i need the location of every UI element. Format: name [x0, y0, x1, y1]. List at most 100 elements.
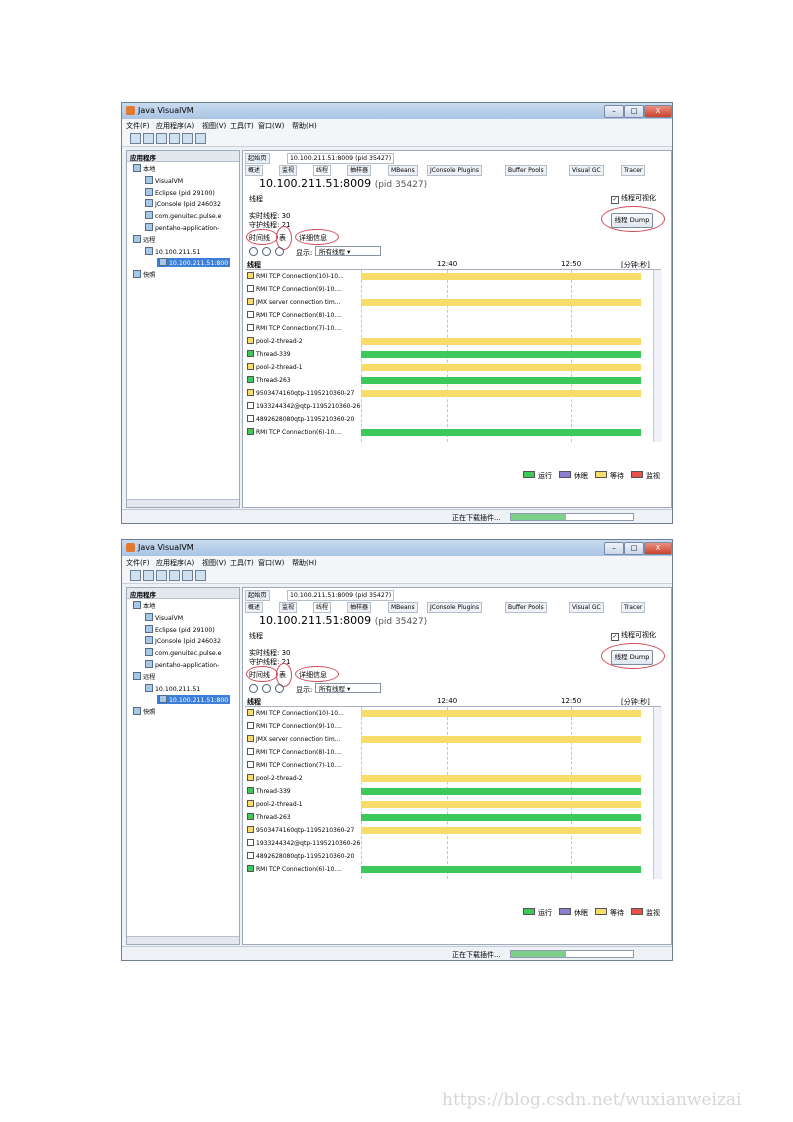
- tab-process[interactable]: 10.100.211.51:8009 (pid 35427): [287, 590, 395, 601]
- thread-row[interactable]: Thread-263: [245, 811, 653, 824]
- vertical-scrollbar[interactable]: [653, 270, 662, 442]
- thread-row[interactable]: pool-2-thread-1: [245, 798, 653, 811]
- sub-tab[interactable]: JConsole Plugins: [427, 602, 482, 613]
- tree-item[interactable]: 本地: [133, 601, 155, 610]
- thread-row[interactable]: RMI TCP Connection(10)-10...: [245, 270, 653, 283]
- thread-row[interactable]: JMX server connection tim...: [245, 296, 653, 309]
- heap-dump-icon[interactable]: [195, 570, 206, 581]
- sub-tab[interactable]: 抽样器: [347, 602, 372, 613]
- tree-item[interactable]: 快照: [133, 707, 155, 716]
- add-remote-icon[interactable]: [169, 570, 180, 581]
- tree-item[interactable]: 快照: [133, 270, 155, 279]
- sub-tab[interactable]: Visual GC: [569, 165, 604, 176]
- sub-tab[interactable]: Tracer: [621, 165, 646, 176]
- sub-tab[interactable]: Visual GC: [569, 602, 604, 613]
- sub-tab[interactable]: 监视: [279, 602, 298, 613]
- maximize-button[interactable]: □: [624, 105, 644, 118]
- close-button[interactable]: X: [644, 105, 672, 118]
- tree-item[interactable]: 远程: [133, 234, 155, 244]
- thread-row[interactable]: 4892628080qtp-1195210360-20: [245, 413, 653, 426]
- tree-item[interactable]: com.genuitec.pulse.e: [145, 648, 221, 657]
- jmx-connection-icon[interactable]: [156, 133, 167, 144]
- thread-row[interactable]: 9503474160qtp-1195210360-27: [245, 824, 653, 837]
- thread-row[interactable]: RMI TCP Connection(10)-10...: [245, 707, 653, 720]
- sub-tab[interactable]: 概述: [245, 165, 264, 176]
- thread-row[interactable]: 4892628080qtp-1195210360-20: [245, 850, 653, 863]
- thread-row[interactable]: 9503474160qtp-1195210360-27: [245, 387, 653, 400]
- tab-start-page[interactable]: 起始页: [245, 153, 270, 164]
- thread-row[interactable]: RMI TCP Connection(7)-10....: [245, 322, 653, 335]
- tree-item[interactable]: 10.100.211.51: [145, 246, 200, 256]
- jmx-connection-icon[interactable]: [156, 570, 167, 581]
- add-remote-icon[interactable]: [169, 133, 180, 144]
- thread-row[interactable]: Thread-263: [245, 374, 653, 387]
- thread-row[interactable]: RMI TCP Connection(9)-10....: [245, 283, 653, 296]
- thread-row[interactable]: Thread-339: [245, 785, 653, 798]
- visualize-checkbox[interactable]: ✓ 线程可视化: [611, 630, 656, 641]
- visualize-checkbox[interactable]: ✓ 线程可视化: [611, 193, 656, 204]
- zoom-in-icon[interactable]: [249, 684, 258, 693]
- thread-row[interactable]: JMX server connection tim...: [245, 733, 653, 746]
- tree-item[interactable]: Eclipse (pid 29100): [145, 624, 215, 634]
- tree-item[interactable]: 10.100.211.51:800: [157, 695, 231, 705]
- tree-item[interactable]: com.genuitec.pulse.e: [145, 211, 221, 220]
- horizontal-scrollbar[interactable]: [127, 936, 239, 944]
- sub-tab[interactable]: Tracer: [621, 602, 646, 613]
- thread-row[interactable]: Thread-339: [245, 348, 653, 361]
- tree-item[interactable]: VisualVM: [145, 612, 183, 622]
- sub-tab[interactable]: 线程: [313, 165, 332, 176]
- thread-row[interactable]: 1933244342@qtp-1195210360-26: [245, 837, 653, 850]
- horizontal-scrollbar[interactable]: [127, 499, 239, 507]
- display-select[interactable]: 所有线程 ▾: [315, 683, 381, 693]
- sub-tab[interactable]: Buffer Pools: [505, 602, 547, 613]
- tree-item[interactable]: 远程: [133, 671, 155, 681]
- zoom-out-icon[interactable]: [262, 247, 271, 256]
- tree-item[interactable]: pentaho-application-: [145, 660, 219, 669]
- thread-row[interactable]: RMI TCP Connection(9)-10....: [245, 720, 653, 733]
- zoom-in-icon[interactable]: [249, 247, 258, 256]
- sub-tab[interactable]: 抽样器: [347, 165, 372, 176]
- tree-item[interactable]: VisualVM: [145, 175, 183, 185]
- thread-row[interactable]: pool-2-thread-2: [245, 772, 653, 785]
- sub-tab[interactable]: 线程: [313, 602, 332, 613]
- vertical-scrollbar[interactable]: [653, 707, 662, 879]
- tree-item[interactable]: 本地: [133, 164, 155, 173]
- open-snapshot-icon[interactable]: [130, 570, 141, 581]
- thread-row[interactable]: RMI TCP Connection(8)-10....: [245, 309, 653, 322]
- minimize-button[interactable]: –: [604, 542, 624, 555]
- zoom-fit-icon[interactable]: [275, 247, 284, 256]
- add-core-dump-icon[interactable]: [182, 133, 193, 144]
- tree-item[interactable]: JConsole (pid 246032: [145, 636, 221, 645]
- tab-start-page[interactable]: 起始页: [245, 590, 270, 601]
- sub-tab[interactable]: MBeans: [388, 602, 418, 613]
- tree-item[interactable]: JConsole (pid 246032: [145, 199, 221, 208]
- tree-item[interactable]: 10.100.211.51:800: [157, 258, 231, 268]
- tree-item[interactable]: Eclipse (pid 29100): [145, 187, 215, 197]
- save-icon[interactable]: [143, 570, 154, 581]
- tree-item[interactable]: pentaho-application-: [145, 223, 219, 232]
- thread-row[interactable]: RMI TCP Connection(6)-10....: [245, 426, 653, 439]
- thread-row[interactable]: RMI TCP Connection(8)-10....: [245, 746, 653, 759]
- thread-row[interactable]: RMI TCP Connection(7)-10....: [245, 759, 653, 772]
- add-core-dump-icon[interactable]: [182, 570, 193, 581]
- display-select[interactable]: 所有线程 ▾: [315, 246, 381, 256]
- save-icon[interactable]: [143, 133, 154, 144]
- sub-tab[interactable]: JConsole Plugins: [427, 165, 482, 176]
- sub-tab[interactable]: MBeans: [388, 165, 418, 176]
- heap-dump-icon[interactable]: [195, 133, 206, 144]
- minimize-button[interactable]: –: [604, 105, 624, 118]
- sub-tab[interactable]: Buffer Pools: [505, 165, 547, 176]
- thread-row[interactable]: RMI TCP Connection(6)-10....: [245, 863, 653, 876]
- tree-item[interactable]: 10.100.211.51: [145, 683, 200, 693]
- maximize-button[interactable]: □: [624, 542, 644, 555]
- zoom-out-icon[interactable]: [262, 684, 271, 693]
- thread-row[interactable]: 1933244342@qtp-1195210360-26: [245, 400, 653, 413]
- thread-row[interactable]: pool-2-thread-2: [245, 335, 653, 348]
- tab-process[interactable]: 10.100.211.51:8009 (pid 35427): [287, 153, 395, 164]
- sub-tab[interactable]: 概述: [245, 602, 264, 613]
- zoom-fit-icon[interactable]: [275, 684, 284, 693]
- sub-tab[interactable]: 监视: [279, 165, 298, 176]
- open-snapshot-icon[interactable]: [130, 133, 141, 144]
- thread-row[interactable]: pool-2-thread-1: [245, 361, 653, 374]
- close-button[interactable]: X: [644, 542, 672, 555]
